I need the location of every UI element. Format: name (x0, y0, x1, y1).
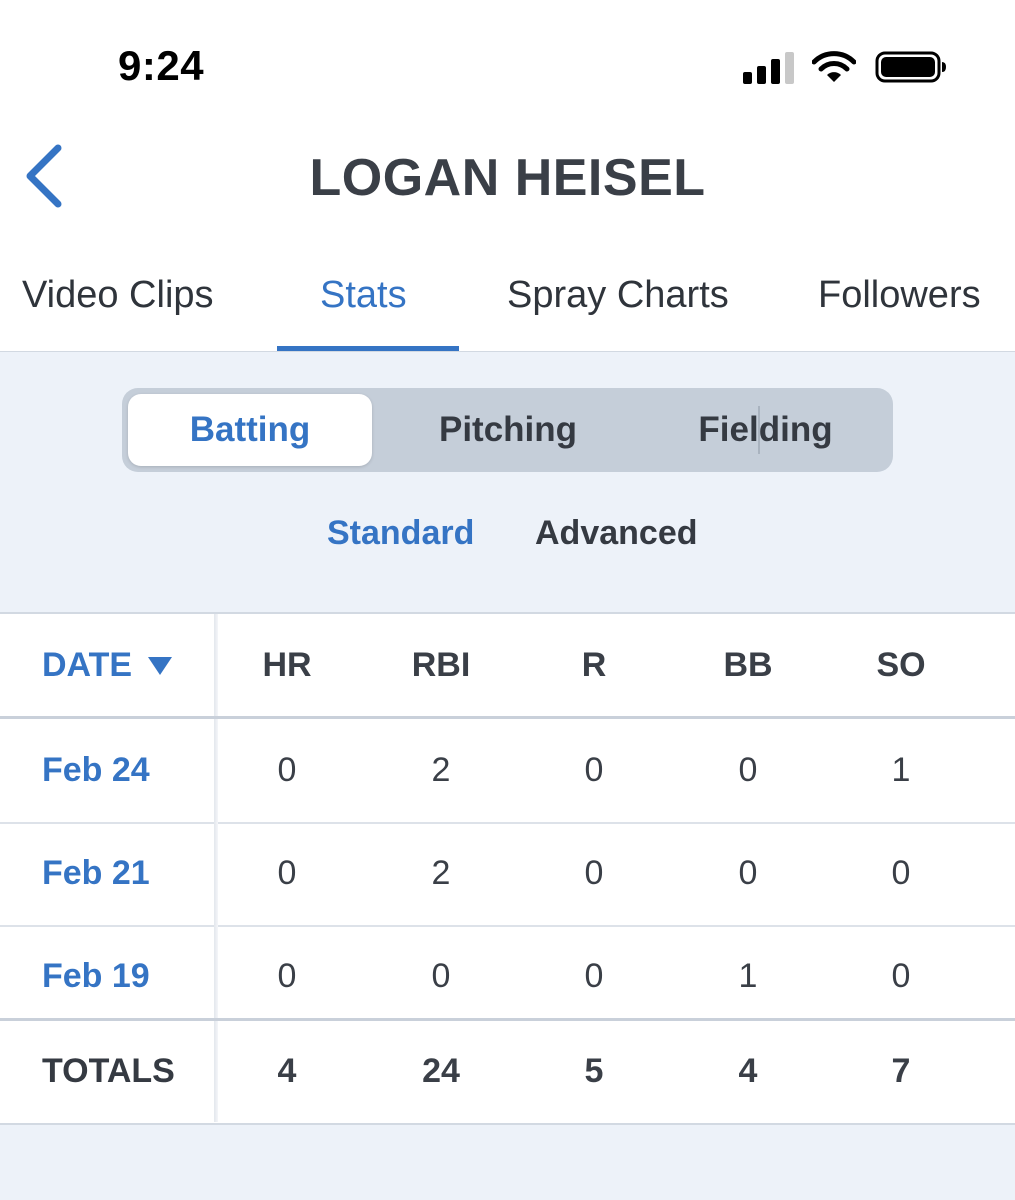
profile-tabs: Video Clips Stats Spray Charts Followers (0, 260, 1015, 353)
table-row[interactable]: Feb 21 0 2 0 0 0 (0, 822, 1015, 927)
subtab-standard[interactable]: Standard (327, 514, 474, 553)
segment-fielding[interactable]: Fielding (638, 388, 893, 472)
cell-rbi: 2 (431, 854, 451, 892)
stats-content: Batting Pitching Fielding Standard Advan… (0, 352, 1015, 1200)
column-divider (214, 614, 218, 716)
cell-hr: 0 (277, 854, 297, 892)
segment-pitching[interactable]: Pitching (380, 388, 636, 472)
cell-r: 0 (584, 854, 604, 892)
row-date[interactable]: Feb 24 (42, 719, 150, 822)
totals-label: TOTALS (42, 1052, 175, 1090)
cell-so: 1 (891, 751, 911, 789)
row-date[interactable]: Feb 19 (42, 925, 150, 1028)
status-time: 9:24 (118, 42, 205, 89)
tab-spray-charts[interactable]: Spray Charts (507, 274, 729, 317)
total-so: 7 (891, 1052, 911, 1090)
total-r: 5 (584, 1052, 604, 1090)
cell-r: 0 (584, 957, 604, 995)
column-divider (214, 1021, 218, 1122)
column-header-r[interactable]: R (544, 614, 644, 716)
table-row[interactable]: Feb 19 0 0 0 1 0 (0, 925, 1015, 1028)
row-date[interactable]: Feb 21 (42, 822, 150, 925)
active-tab-indicator (277, 346, 459, 351)
total-bb: 4 (738, 1052, 758, 1090)
stat-type-segmented-control: Batting Pitching Fielding (122, 388, 893, 472)
cell-so: 0 (891, 854, 911, 892)
stats-table: DATE HR RBI R BB SO Feb 24 0 2 0 0 1 Feb… (0, 612, 1015, 1125)
signal-icon (743, 52, 795, 84)
sort-down-icon (148, 657, 173, 675)
column-divider (214, 719, 218, 822)
table-row[interactable]: Feb 24 0 2 0 0 1 (0, 719, 1015, 824)
column-divider (214, 822, 218, 925)
column-divider (214, 925, 218, 1028)
column-header-date[interactable]: DATE (42, 614, 173, 716)
cell-hr: 0 (277, 751, 297, 789)
column-header-date-label: DATE (42, 645, 133, 684)
total-hr: 4 (277, 1052, 297, 1090)
segment-batting[interactable]: Batting (128, 394, 372, 466)
table-header-row: DATE HR RBI R BB SO (0, 614, 1015, 719)
subtab-advanced[interactable]: Advanced (535, 514, 698, 553)
status-bar: 9:24 (0, 0, 1015, 120)
column-header-rbi[interactable]: RBI (391, 614, 491, 716)
column-header-bb[interactable]: BB (698, 614, 798, 716)
cell-rbi: 0 (431, 957, 451, 995)
tab-followers[interactable]: Followers (818, 274, 981, 317)
tab-stats[interactable]: Stats (320, 274, 407, 317)
cell-hr: 0 (277, 957, 297, 995)
cell-r: 0 (584, 751, 604, 789)
cell-bb: 0 (738, 751, 758, 789)
cell-bb: 0 (738, 854, 758, 892)
totals-row: TOTALS 4 24 5 4 7 (0, 1018, 1015, 1122)
battery-icon (875, 51, 946, 83)
tab-video-clips[interactable]: Video Clips (22, 274, 214, 317)
total-rbi: 24 (422, 1052, 460, 1090)
column-header-hr[interactable]: HR (237, 614, 337, 716)
cell-so: 0 (891, 957, 911, 995)
cell-rbi: 2 (431, 751, 451, 789)
page-title: LOGAN HEISEL (309, 149, 706, 207)
wifi-icon (812, 51, 856, 82)
cell-bb: 1 (738, 957, 758, 995)
column-header-so[interactable]: SO (851, 614, 951, 716)
